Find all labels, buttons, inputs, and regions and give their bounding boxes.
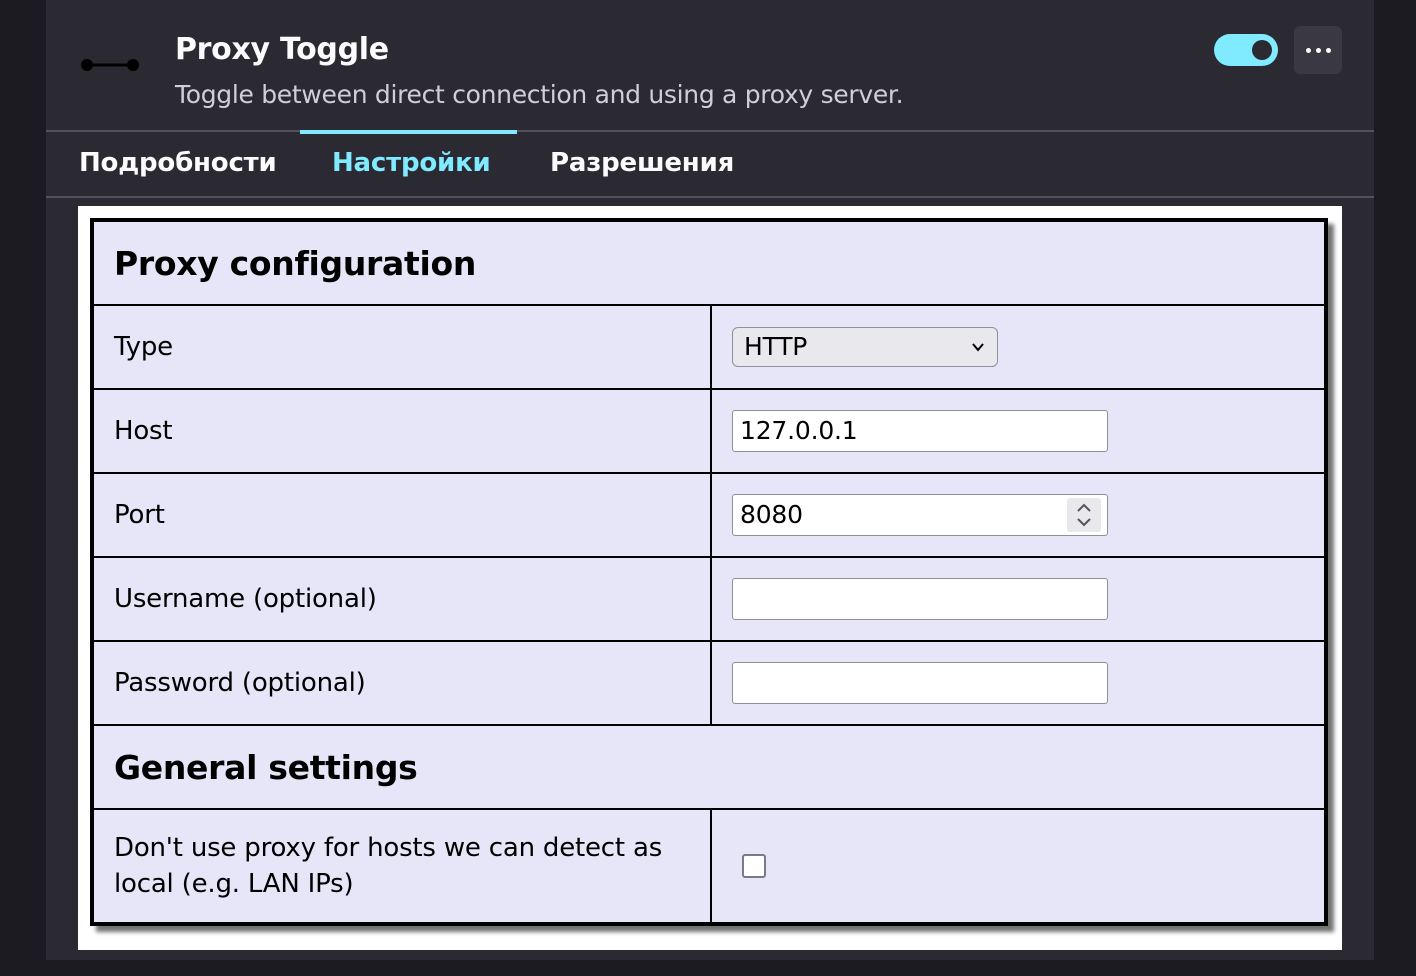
addon-title: Proxy Toggle — [175, 32, 389, 67]
settings-table: Proxy configuration Type HTTP Host 127.0… — [90, 218, 1328, 926]
host-input[interactable]: 127.0.0.1 — [732, 410, 1108, 452]
local-bypass-cell — [710, 808, 1327, 925]
port-label: Port — [91, 472, 712, 558]
proxy-icon — [81, 59, 139, 71]
password-cell — [710, 640, 1327, 726]
table-row: Password (optional) — [91, 640, 1327, 726]
proxy-type-select[interactable]: HTTP — [732, 327, 998, 367]
tab-preferences[interactable]: Настройки — [332, 148, 491, 178]
table-row: Host 127.0.0.1 — [91, 388, 1327, 474]
number-spinner-icon[interactable] — [1067, 498, 1101, 532]
username-label: Username (optional) — [91, 556, 712, 642]
local-bypass-label: Don't use proxy for hosts we can detect … — [91, 808, 712, 925]
divider — [46, 196, 1374, 198]
type-label: Type — [91, 304, 712, 390]
table-row: Don't use proxy for hosts we can detect … — [91, 808, 1327, 925]
port-cell: 8080 — [710, 472, 1327, 558]
tab-details[interactable]: Подробности — [79, 148, 277, 178]
tab-permissions[interactable]: Разрешения — [550, 148, 734, 178]
password-input[interactable] — [732, 662, 1108, 704]
host-cell: 127.0.0.1 — [710, 388, 1327, 474]
toggle-knob — [1252, 40, 1272, 60]
ellipsis-icon — [1305, 47, 1311, 53]
host-label: Host — [91, 388, 712, 474]
type-cell: HTTP — [710, 304, 1327, 390]
local-bypass-checkbox[interactable] — [742, 854, 766, 878]
port-value: 8080 — [740, 500, 803, 529]
general-settings-heading: General settings — [91, 724, 1327, 810]
proxy-configuration-heading: Proxy configuration — [91, 219, 1327, 306]
proxy-type-value: HTTP — [744, 332, 808, 361]
table-row: Type HTTP — [91, 304, 1327, 390]
password-label: Password (optional) — [91, 640, 712, 726]
divider — [46, 130, 1374, 132]
options-panel: Proxy configuration Type HTTP Host 127.0… — [78, 206, 1342, 950]
more-options-button[interactable] — [1294, 26, 1342, 74]
table-row: Port 8080 — [91, 472, 1327, 558]
addon-description: Toggle between direct connection and usi… — [175, 80, 904, 109]
enable-toggle[interactable] — [1214, 34, 1278, 66]
active-tab-indicator — [300, 130, 517, 134]
port-input[interactable]: 8080 — [732, 494, 1108, 536]
chevron-down-icon — [972, 343, 984, 352]
username-cell — [710, 556, 1327, 642]
username-input[interactable] — [732, 578, 1108, 620]
table-row: Username (optional) — [91, 556, 1327, 642]
